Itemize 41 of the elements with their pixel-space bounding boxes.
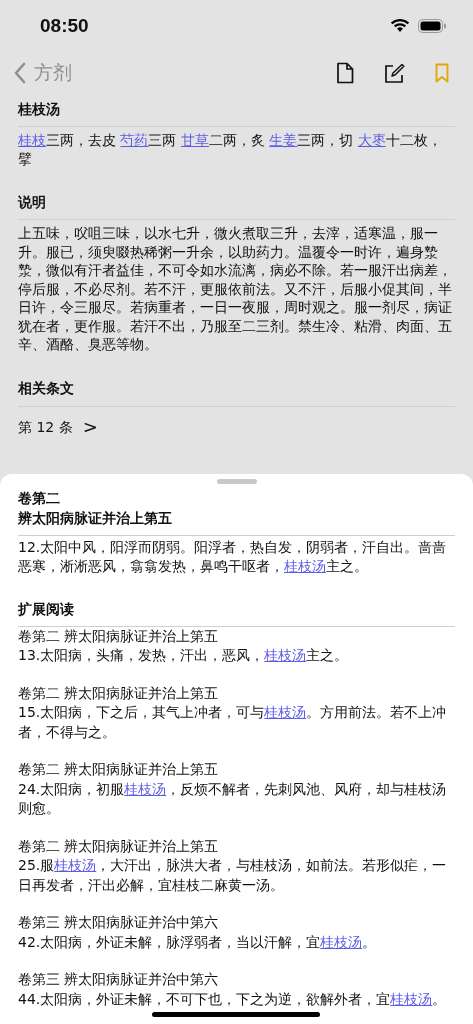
entry-text: 42.太阳病，外证未解，脉浮弱者，当以汗解，宜桂枝汤。 [18, 932, 378, 952]
document-icon[interactable] [336, 62, 354, 84]
entry-source: 卷第二 辨太阳病脉证并治上第五 [18, 683, 220, 703]
section-heading: 扩展阅读 [18, 599, 75, 619]
herb-link[interactable]: 生姜 [269, 132, 298, 148]
section-heading: 相关条文 [18, 378, 75, 398]
section-text: 桂枝三两，去皮 芍药三两 甘草二两，炙 生姜三两，切 大枣十二枚，擘 [18, 131, 443, 168]
herb-link[interactable]: 桂枝汤 [284, 558, 326, 574]
battery-icon [418, 18, 447, 33]
entry-source: 卷第三 辨太阳病脉证并治中第六 [18, 970, 220, 989]
entry-source: 卷第二 辨太阳病脉证并治上第五 [18, 836, 220, 856]
chapter-title: 辨太阳病脉证并治上第五 [18, 508, 173, 528]
clause-link[interactable]: 第 12 条 [18, 416, 73, 437]
chevron-text[interactable]: > [82, 416, 98, 437]
herb-link[interactable]: 甘草 [180, 132, 209, 148]
clause-text: 12.太阳中风，阳浮而阴弱。阳浮者，热自发，阴弱者，汗自出。啬啬恶寒，淅淅恶风，翕翕发热，鼻鸣干呕者，桂枝汤主之。 [18, 537, 448, 576]
entry-text: 44.太阳病，外证未解，不可下也，下之为逆，欲解外者，宜桂枝汤。 [18, 989, 448, 1009]
entry-text: 24.太阳病，初服桂枝汤，反烦不解者，先刺风池、风府，却与桂枝汤则愈。 [18, 779, 448, 818]
herb-link[interactable]: 芍药 [120, 132, 149, 148]
status-time: 08:50 [40, 14, 89, 37]
herb-link[interactable]: 桂枝汤 [54, 857, 97, 873]
entry-text: 13.太阳病，头痛，发热，汗出，恶风，桂枝汤主之。 [18, 646, 350, 665]
section-text: 上五味，㕮咀三味，以水七升，微火煮取三升，去滓，适寒温，服一升。服已，须臾啜热稀粥一升余，以助药力。温覆令一时许，遍身漐漐，微似有汗者益佳，不可令如水流漓，病必不除。若一服汗出病差，停后服，不必尽剂。若不汗，更服依前法。又不汗，后服小促其间，半日许，令三服尽。若病重者，一日一夜服，周时观之。服一剂尽，病证犹在者，更作服。若汗不出，乃服至二三剂。禁生冷、粘滑、肉面、五辛、酒酪、臭恶等物。 [18, 224, 453, 354]
entry-source: 卷第二 辨太阳病脉证并治上第五 [18, 760, 220, 779]
herb-link[interactable]: 桂枝汤 [390, 990, 433, 1007]
herb-link[interactable]: 大枣 [357, 132, 386, 148]
herb-link[interactable]: 桂枝汤 [124, 780, 167, 797]
section-heading: 说明 [18, 193, 47, 212]
herb-link[interactable]: 桂枝汤 [320, 933, 363, 950]
herb-link[interactable]: 桂枝汤 [264, 704, 307, 720]
chevron-left-icon [14, 62, 26, 84]
herb-link[interactable]: 桂枝 [18, 132, 46, 148]
entry-text: 15.太阳病，下之后，其气上冲者，可与桂枝汤。方用前法。若不上冲者，不得与之。 [18, 703, 448, 742]
entry-source: 卷第三 辨太阳病脉证并治中第六 [18, 913, 220, 932]
edit-icon[interactable] [384, 62, 405, 84]
section-heading: 桂枝汤 [18, 100, 61, 119]
entry-source: 卷第二 辨太阳病脉证并治上第五 [18, 626, 220, 646]
volume-title: 卷第二 [18, 488, 61, 508]
wifi-icon [390, 18, 410, 33]
entry-text: 25.服桂枝汤，大汗出，脉洪大者，与桂枝汤，如前法。若形似疟，一日再发者，汗出必解，宜桂枝二麻黄一汤。 [18, 856, 448, 895]
herb-link[interactable]: 桂枝汤 [264, 647, 307, 663]
